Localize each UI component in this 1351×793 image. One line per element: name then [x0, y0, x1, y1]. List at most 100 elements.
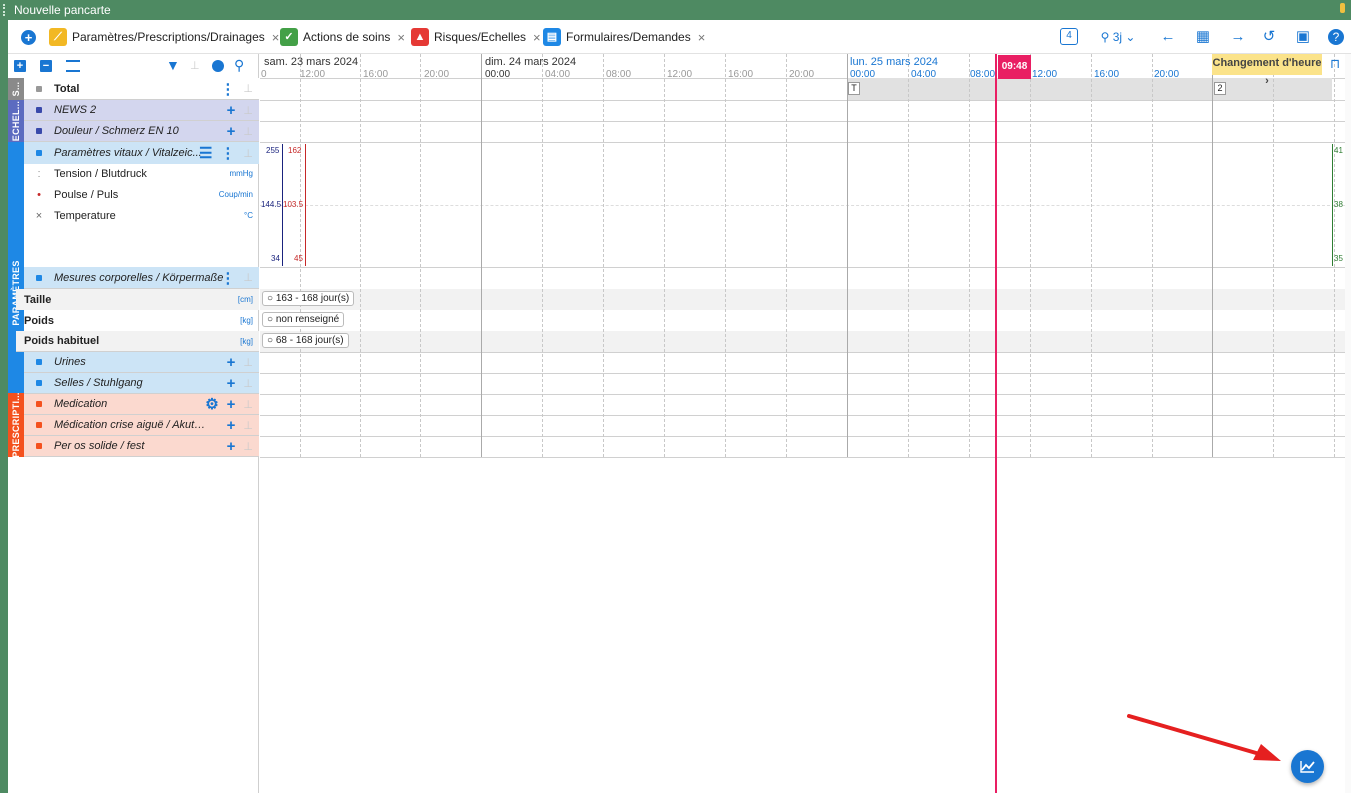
- add-icon[interactable]: +: [227, 417, 236, 434]
- pin-icon[interactable]: ⊥: [243, 104, 253, 117]
- measure-taille[interactable]: Taille [cm]: [16, 289, 259, 310]
- filter-icon[interactable]: ▼: [166, 57, 180, 73]
- vital-tension[interactable]: ː Tension / Blutdruck mmHg: [24, 163, 259, 184]
- tab-parametres[interactable]: ⟋ Paramètres/Prescriptions/Drainages ×: [49, 26, 279, 48]
- more-icon[interactable]: ⋮: [220, 144, 235, 162]
- row-label: Selles / Stuhlgang: [54, 377, 143, 389]
- row-medication-crise[interactable]: Médication crise aiguë / Akutmed... + ⊥: [24, 415, 259, 436]
- hour-line: [1152, 54, 1153, 457]
- pin-icon[interactable]: ⊥: [243, 440, 253, 453]
- pin-icon[interactable]: ⊥: [243, 147, 253, 160]
- row-label: Mesures corporelles / Körpermaße: [54, 271, 224, 284]
- row-mesures[interactable]: Mesures corporelles / Körpermaße ⋮ ⊥: [24, 267, 259, 289]
- zoom-dropdown[interactable]: ⚲ 3j ⌄: [1092, 28, 1144, 46]
- grid-row-line: [260, 205, 1345, 206]
- tab-risques-echelles[interactable]: ▲ Risques/Echelles ×: [411, 26, 541, 48]
- drag-handle[interactable]: [3, 4, 7, 16]
- calendar-icon[interactable]: ▦: [1194, 28, 1212, 46]
- history-icon[interactable]: ↺: [1260, 28, 1278, 46]
- add-icon[interactable]: +: [227, 375, 236, 392]
- section-echelles[interactable]: ECHEL...: [8, 100, 24, 142]
- row-medication[interactable]: Medication ⚙ + ⊥: [24, 394, 259, 415]
- tab-label: Actions de soins: [303, 30, 391, 44]
- hour-line: [603, 54, 604, 457]
- row-parametres-vitaux[interactable]: Paramètres vitaux / Vitalzeic... ☰ ⋮ ⊥: [24, 142, 259, 164]
- chart-fab-button[interactable]: [1291, 750, 1324, 783]
- row-per-os[interactable]: Per os solide / fest + ⊥: [24, 436, 259, 457]
- vertical-scrollbar[interactable]: [1345, 54, 1351, 793]
- badge-count-button[interactable]: 4: [1060, 28, 1078, 45]
- pin-icon[interactable]: ⊥: [243, 419, 253, 432]
- section-s[interactable]: S...: [8, 78, 24, 100]
- hour-label: 12:00: [667, 69, 693, 80]
- section-prescriptions[interactable]: PRESCRIPTI...: [8, 392, 24, 458]
- measure-poids[interactable]: Poids [kg]: [16, 310, 259, 331]
- vital-temperature[interactable]: × Temperature °C: [24, 205, 259, 226]
- close-icon[interactable]: ×: [397, 30, 405, 45]
- hour-label: 16:00: [363, 69, 389, 80]
- pin-icon[interactable]: ⊥: [243, 82, 253, 95]
- color-dot: [36, 422, 42, 428]
- total-marker[interactable]: T: [848, 82, 860, 95]
- pin-icon[interactable]: ⊥: [243, 377, 253, 390]
- arrow-left-icon[interactable]: ←: [1159, 28, 1177, 46]
- circle-icon[interactable]: [212, 60, 224, 72]
- row-total[interactable]: Total ⋮ ⊥: [24, 78, 259, 100]
- pin-icon[interactable]: ⊥: [243, 125, 253, 138]
- day-label: sam. 23 mars 2024: [264, 56, 359, 68]
- row-news2[interactable]: NEWS 2 + ⊥: [24, 100, 259, 121]
- gear-icon[interactable]: ⚙: [205, 395, 218, 413]
- more-icon[interactable]: ⋮: [220, 269, 235, 287]
- hour-label: 16:00: [728, 69, 754, 80]
- unlock-icon[interactable]: ⊓: [1330, 56, 1340, 72]
- grid-row-line: [260, 352, 1345, 353]
- hour-line: [969, 54, 970, 457]
- add-icon[interactable]: +: [227, 354, 236, 371]
- close-icon[interactable]: ×: [272, 30, 280, 45]
- add-tab-button[interactable]: +: [21, 30, 36, 45]
- arrow-right-icon[interactable]: →: [1229, 28, 1247, 46]
- section-label: PRESCRIPTI...: [11, 392, 21, 458]
- timeline-grid[interactable]: sam. 23 mars 2024 dim. 24 mars 2024 lun.…: [260, 54, 1345, 793]
- add-icon[interactable]: +: [227, 102, 236, 119]
- close-icon[interactable]: ×: [533, 30, 541, 45]
- search-icon[interactable]: ⚲: [234, 57, 244, 74]
- add-icon[interactable]: +: [227, 396, 236, 413]
- vital-pulse[interactable]: • Poulse / Puls Coup/min: [24, 184, 259, 205]
- pin-icon[interactable]: ⊥: [243, 356, 253, 369]
- hour-label: 12:00: [1032, 69, 1058, 80]
- measure-value-pill[interactable]: ○ non renseigné: [262, 312, 345, 327]
- tab-actions-de-soins[interactable]: ✓ Actions de soins ×: [280, 26, 405, 48]
- left-panel: + − ▼ ⊥ ⚲ S... ECHEL... PARAMÈTRES PRESC…: [8, 54, 259, 793]
- row-urines[interactable]: Urines + ⊥: [24, 352, 259, 373]
- changement-heure-banner[interactable]: Changement d'heure ›: [1212, 54, 1322, 87]
- total-marker[interactable]: 2: [1214, 82, 1226, 95]
- more-icon[interactable]: ⋮: [220, 80, 235, 98]
- add-icon[interactable]: +: [227, 438, 236, 455]
- pin-icon[interactable]: ⊥: [190, 59, 200, 72]
- hour-label: 16:00: [1094, 69, 1120, 80]
- hour-label: 00:00: [850, 69, 876, 80]
- pin-icon[interactable]: ⊥: [243, 271, 253, 284]
- collapse-all-button[interactable]: −: [40, 60, 52, 72]
- list-icon[interactable]: [66, 60, 80, 72]
- measure-value-pill[interactable]: ○ 68 - 168 jour(s): [262, 333, 349, 348]
- row-douleur[interactable]: Douleur / Schmerz EN 10 + ⊥: [24, 121, 259, 142]
- row-label: Medication: [54, 398, 108, 410]
- tab-formulaires-demandes[interactable]: ▤ Formulaires/Demandes ×: [543, 26, 705, 48]
- badge-count: 4: [1066, 30, 1072, 41]
- list-icon[interactable]: ☰: [199, 144, 212, 162]
- row-selles[interactable]: Selles / Stuhlgang + ⊥: [24, 373, 259, 394]
- tab-label: Formulaires/Demandes: [566, 30, 691, 44]
- measure-value-pill[interactable]: ○ 163 - 168 jour(s): [262, 291, 355, 306]
- help-icon[interactable]: ?: [1328, 29, 1344, 45]
- close-icon[interactable]: ×: [698, 30, 706, 45]
- add-icon[interactable]: +: [227, 123, 236, 140]
- expand-all-button[interactable]: +: [14, 60, 26, 72]
- pin-icon[interactable]: ⊥: [243, 398, 253, 411]
- hour-label: 12:00: [300, 69, 326, 80]
- measure-poids-habituel[interactable]: Poids habituel [kg]: [16, 331, 259, 352]
- vital-label: Poulse / Puls: [54, 188, 119, 201]
- print-icon[interactable]: ▣: [1294, 28, 1312, 46]
- vital-unit: °C: [244, 211, 253, 220]
